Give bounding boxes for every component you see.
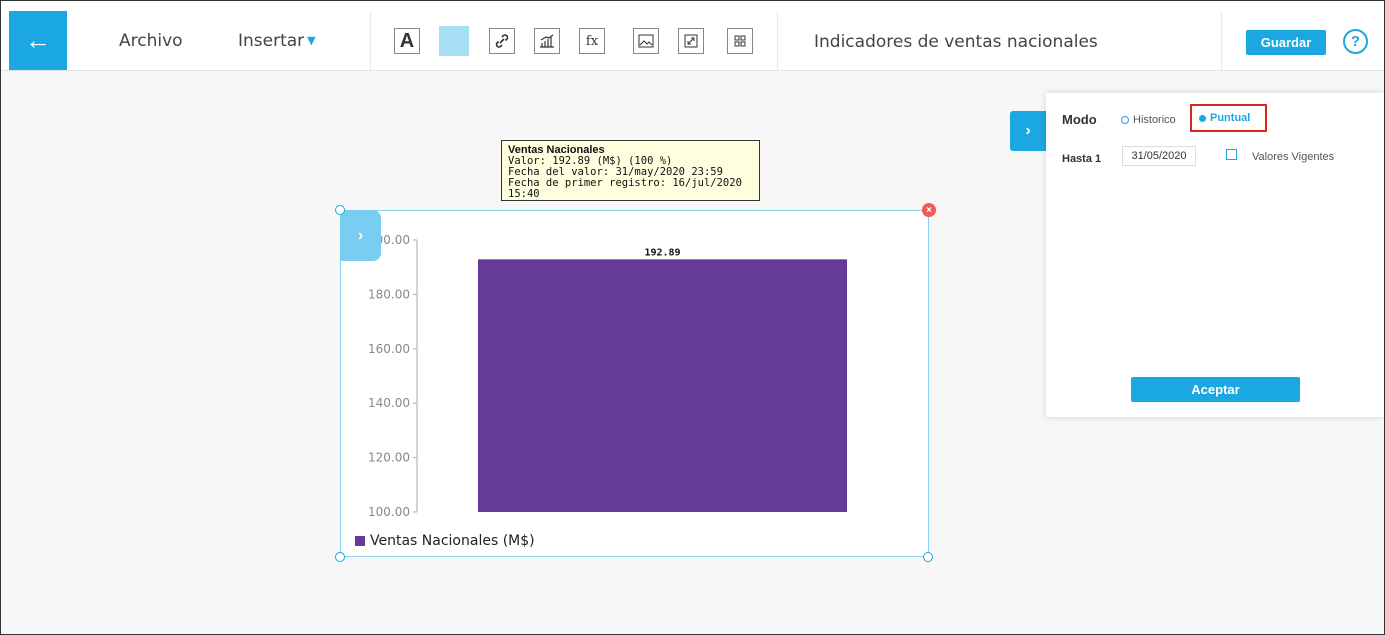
y-tick-label: 100.00 (368, 505, 410, 519)
chevron-right-icon: › (357, 226, 364, 244)
save-button[interactable]: Guardar (1246, 30, 1326, 55)
resize-handle-bottom-right[interactable] (923, 552, 933, 562)
radio-puntual-label: Puntual (1210, 112, 1251, 124)
y-tick-label: 140.00 (368, 396, 410, 410)
y-tick-label: 180.00 (368, 287, 410, 301)
radio-unselected-icon (1121, 116, 1129, 124)
hasta-date-input[interactable]: 31/05/2020 (1122, 146, 1196, 166)
radio-historico-label: Historico (1133, 114, 1176, 126)
document-title: Indicadores de ventas nacionales (814, 32, 1098, 52)
legend-label: Ventas Nacionales (M$) (370, 533, 535, 549)
legend-swatch (355, 536, 365, 546)
image-icon[interactable] (633, 28, 659, 54)
grid-icon[interactable] (727, 28, 753, 54)
close-icon[interactable]: × (922, 203, 936, 217)
widget-expand-tab[interactable]: › (340, 210, 381, 261)
radio-puntual[interactable]: Puntual (1190, 104, 1267, 132)
arrow-left-icon: ← (25, 25, 51, 55)
help-icon[interactable]: ? (1343, 29, 1368, 54)
panel-toggle-button[interactable]: › (1010, 111, 1046, 151)
text-tool-button[interactable]: A (394, 28, 420, 54)
resize-handle-top-left[interactable] (335, 205, 345, 215)
y-tick-label: 120.00 (368, 451, 410, 465)
caret-down-icon: ▼ (307, 34, 316, 47)
top-bar: ← Archivo Insertar ▼ A fx Indicadores de … (1, 1, 1384, 71)
mode-panel: Modo Historico Puntual Hasta 1 31/05/202… (1046, 93, 1384, 417)
menu-insertar-label: Insertar (238, 31, 305, 51)
divider (777, 11, 778, 71)
modo-label: Modo (1062, 112, 1097, 127)
accept-button[interactable]: Aceptar (1131, 377, 1300, 402)
tooltip-first-record: Fecha de primer registro: 16/jul/2020 15… (508, 177, 742, 200)
back-button[interactable]: ← (9, 11, 67, 70)
chart-legend: Ventas Nacionales (M$) (355, 533, 535, 549)
chart-icon[interactable] (534, 28, 560, 54)
expand-icon[interactable] (678, 28, 704, 54)
valores-vigentes-checkbox[interactable] (1226, 149, 1237, 160)
radio-historico[interactable]: Historico (1121, 114, 1176, 126)
y-tick-label: 160.00 (368, 342, 410, 356)
fill-color-button[interactable] (439, 26, 469, 56)
formula-icon[interactable]: fx (579, 28, 605, 54)
menu-archivo[interactable]: Archivo (119, 31, 183, 51)
chart-tooltip: Ventas Nacionales Valor: 192.89 (M$) (10… (501, 140, 760, 201)
bar-data-label: 192.89 (644, 247, 680, 258)
menu-insertar[interactable]: Insertar ▼ (238, 31, 316, 51)
valores-vigentes-label: Valores Vigentes (1252, 151, 1335, 163)
divider (370, 11, 371, 71)
formula-tool-label: fx (585, 33, 599, 49)
radio-selected-icon (1199, 114, 1206, 122)
bar-ventas-nacionales (478, 259, 847, 512)
link-icon[interactable] (489, 28, 515, 54)
chevron-right-icon: › (1025, 122, 1031, 139)
hasta-label: Hasta 1 (1062, 153, 1102, 165)
divider (1221, 11, 1222, 71)
bar-chart: 100.00120.00140.00160.00180.00200.00192.… (368, 233, 847, 519)
resize-handle-bottom-left[interactable] (335, 552, 345, 562)
